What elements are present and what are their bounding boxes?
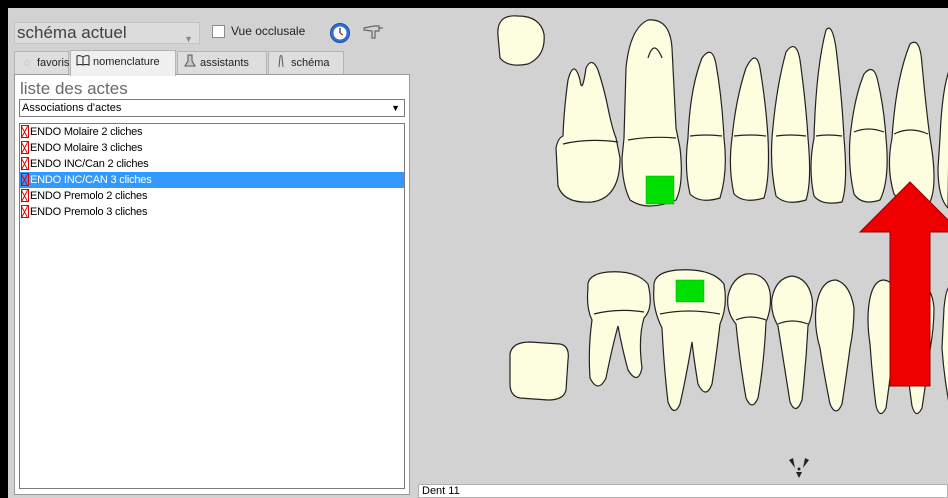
tab-schema[interactable]: schéma (268, 51, 344, 75)
schema-dropdown-value: schéma actuel (17, 23, 127, 42)
tab-favoris-label: favoris (37, 57, 70, 69)
tooth-lower-5[interactable] (771, 275, 814, 410)
treatment-marker (675, 279, 705, 303)
tooth-upper-9[interactable] (888, 41, 935, 205)
red-x-icon (21, 125, 29, 138)
red-x-icon (21, 157, 29, 170)
list-item[interactable]: ENDO Premolo 3 cliches (20, 204, 404, 220)
radiation-icon[interactable] (789, 458, 809, 478)
app-window: schéma actuel ▼ Vue occlusale ☆ favoris n… (8, 8, 948, 498)
red-x-icon (21, 173, 29, 186)
tooth-upper-2[interactable] (555, 61, 621, 203)
tab-schema-label: schéma (291, 57, 330, 69)
tooth-lower-2[interactable] (586, 271, 651, 387)
tooth-upper-10[interactable] (937, 68, 948, 209)
red-x-icon (21, 189, 29, 202)
chevron-down-icon: ▼ (391, 103, 400, 113)
book-icon (75, 51, 91, 73)
dental-tool-icon[interactable] (362, 22, 384, 42)
star-icon: ☆ (22, 57, 32, 69)
tooth-upper-1[interactable] (497, 15, 545, 66)
tooth-upper-7[interactable] (810, 27, 847, 204)
list-item[interactable]: ENDO Molaire 2 cliches (20, 124, 404, 140)
list-item-label: ENDO Molaire 2 cliches (30, 126, 143, 138)
actes-panel: liste des actes Associations d'actes ▼ E… (14, 74, 410, 495)
list-item-label: ENDO Molaire 3 cliches (30, 142, 143, 154)
list-item-label: ENDO Premolo 2 cliches (30, 190, 148, 202)
list-item[interactable]: ENDO Premolo 2 cliches (20, 188, 404, 204)
red-x-icon (21, 205, 29, 218)
tab-nomenclature[interactable]: nomenclature (70, 50, 176, 76)
list-item-label: ENDO Premolo 3 cliches (30, 206, 148, 218)
tab-assistants-label: assistants (200, 57, 249, 69)
tab-nomenclature-label: nomenclature (93, 56, 160, 68)
tab-favoris[interactable]: ☆ favoris (14, 51, 69, 75)
chevron-down-icon: ▼ (184, 34, 193, 44)
tooth-lower-4[interactable] (727, 273, 772, 406)
schema-dropdown[interactable]: schéma actuel ▼ (14, 22, 200, 44)
list-item[interactable]: ENDO INC/Can 2 cliches (20, 156, 404, 172)
tooth-upper-8[interactable] (848, 68, 888, 203)
tooth-lower-1[interactable] (509, 341, 569, 401)
category-dropdown-value: Associations d'actes (22, 102, 122, 114)
tooth-icon (273, 52, 289, 74)
tooth-upper-4[interactable] (685, 51, 726, 201)
treatment-marker (645, 175, 675, 205)
list-item[interactable]: ENDO Molaire 3 cliches (20, 140, 404, 156)
red-x-icon (21, 141, 29, 154)
list-item-label: ENDO INC/CAN 3 cliches (30, 174, 152, 186)
tooth-upper-5[interactable] (729, 57, 770, 201)
tab-assistants[interactable]: assistants (177, 51, 267, 75)
status-bar: Dent 11 (418, 484, 948, 498)
tooth-lower-6[interactable] (814, 279, 855, 412)
vue-occlusale-checkbox[interactable] (212, 25, 225, 38)
category-dropdown[interactable]: Associations d'actes ▼ (19, 99, 405, 117)
dental-chart[interactable] (412, 8, 948, 484)
tooth-lower-9[interactable] (941, 286, 948, 408)
actes-list[interactable]: ENDO Molaire 2 cliches ENDO Molaire 3 cl… (19, 123, 405, 489)
status-text: Dent 11 (422, 485, 460, 497)
list-item-selected[interactable]: ENDO INC/CAN 3 cliches (20, 172, 404, 188)
clock-icon[interactable] (329, 22, 351, 44)
panel-title: liste des actes (20, 79, 128, 98)
tooth-upper-6[interactable] (770, 45, 811, 203)
list-item-label: ENDO INC/Can 2 cliches (30, 158, 149, 170)
wizard-icon (182, 52, 198, 74)
vue-occlusale-label[interactable]: Vue occlusale (231, 24, 305, 38)
